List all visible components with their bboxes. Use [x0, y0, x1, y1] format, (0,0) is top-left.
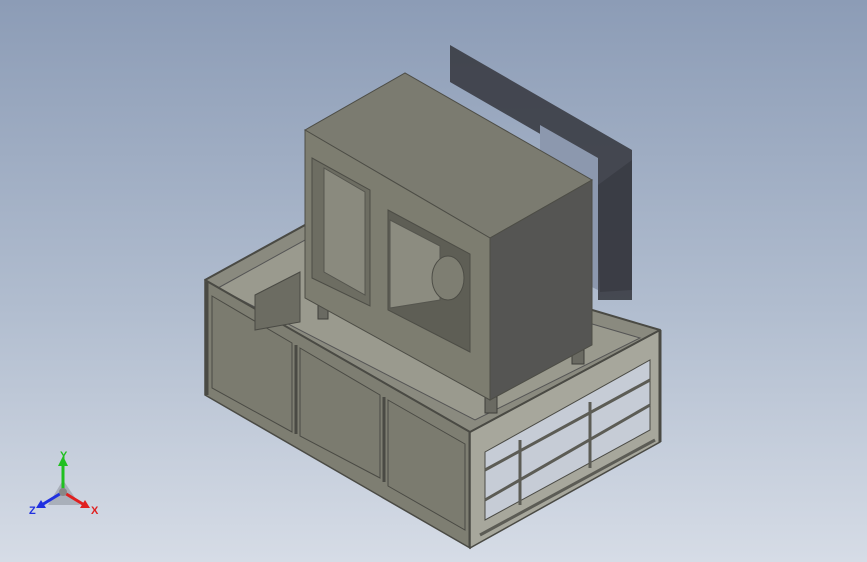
- 3d-model-view[interactable]: [0, 0, 867, 562]
- x-axis-label: X: [91, 505, 99, 517]
- housing-port: [431, 255, 465, 301]
- triad-origin: [59, 488, 67, 496]
- y-axis-label: Y: [60, 450, 68, 462]
- z-axis-label: Z: [29, 505, 36, 517]
- graphics-viewport[interactable]: Y X Z: [0, 0, 867, 562]
